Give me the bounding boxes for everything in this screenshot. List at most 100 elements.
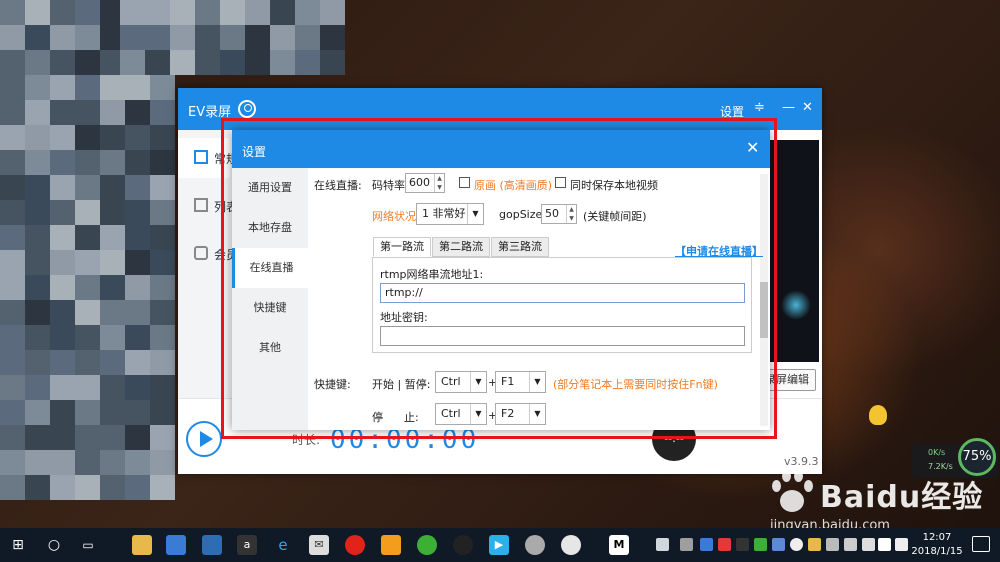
mosaic-tile	[100, 425, 125, 450]
mosaic-tile	[125, 450, 150, 475]
mosaic-tile	[150, 125, 175, 150]
tray-record-icon[interactable]	[790, 538, 803, 551]
m-app-icon[interactable]: M	[609, 535, 629, 555]
tab-stream-3[interactable]: 第三路流	[491, 237, 549, 257]
nav-live-stream[interactable]: 在线直播	[232, 248, 308, 288]
tray-qq-icon[interactable]	[736, 538, 749, 551]
gop-stepper[interactable]: 50 ▲ ▼	[541, 204, 577, 224]
file-explorer-icon[interactable]	[132, 535, 152, 555]
tab-stream-2[interactable]: 第二路流	[432, 237, 490, 257]
system-clock[interactable]: 12:07 2018/1/15	[910, 531, 964, 559]
notification-icon[interactable]	[972, 536, 990, 552]
mosaic-tile	[100, 225, 125, 250]
mosaic-tile	[320, 0, 345, 25]
store-icon[interactable]	[166, 535, 186, 555]
network-select[interactable]: 1 非常好 ▼	[416, 203, 484, 225]
nav-other[interactable]: 其他	[232, 328, 308, 368]
mosaic-tile	[25, 125, 50, 150]
tray-app-icon[interactable]	[718, 538, 731, 551]
ie-icon[interactable]: e	[273, 535, 293, 555]
save-local-checkbox[interactable]	[555, 177, 566, 188]
mosaic-tile	[25, 50, 50, 75]
mosaic-tile	[100, 150, 125, 175]
start-key-select[interactable]: F1 ▼	[495, 371, 546, 393]
menu-icon[interactable]: ≑	[754, 100, 765, 115]
mosaic-tile	[120, 0, 145, 25]
rtmp-label: rtmp网络串流地址1:	[380, 268, 484, 281]
tray-wechat-icon[interactable]	[754, 538, 767, 551]
mosaic-tile	[295, 50, 320, 75]
taobao-icon[interactable]	[381, 535, 401, 555]
mosaic-tile	[25, 375, 50, 400]
wifi-icon[interactable]	[878, 538, 891, 551]
ev-recorder-icon[interactable]	[561, 535, 581, 555]
dialog-title: 设置	[242, 145, 267, 159]
mosaic-tile	[75, 350, 100, 375]
mosaic-tile	[170, 0, 195, 25]
mosaic-tile	[100, 475, 125, 500]
ev-titlebar: EV录屏 设置 ≑ — ✕	[178, 88, 822, 130]
tray-cloud-icon[interactable]	[772, 538, 785, 551]
tab-stream-1[interactable]: 第一路流	[373, 237, 431, 257]
minimize-icon[interactable]: —	[782, 100, 795, 115]
dialog-scrollbar[interactable]	[760, 174, 768, 426]
mosaic-tile	[50, 350, 75, 375]
user-icon[interactable]	[238, 100, 256, 118]
tray-settings-icon[interactable]	[680, 538, 693, 551]
network-value: 1 非常好	[422, 207, 466, 220]
mosaic-tile	[25, 250, 50, 275]
mail-icon[interactable]: ✉	[309, 535, 329, 555]
start-record-button[interactable]	[186, 421, 222, 457]
tray-folder-icon[interactable]	[808, 538, 821, 551]
mosaic-tile	[125, 225, 150, 250]
hd-checkbox[interactable]	[459, 177, 470, 188]
stop-modifier-select[interactable]: Ctrl ▼	[435, 403, 487, 425]
mosaic-tile	[100, 100, 125, 125]
stepper-arrows-icon[interactable]: ▲ ▼	[566, 205, 576, 223]
stream-key-input[interactable]	[380, 326, 745, 346]
mosaic-tile	[50, 225, 75, 250]
mosaic-tile	[0, 50, 25, 75]
mosaic-tile	[0, 300, 25, 325]
video-player-icon[interactable]: ▶	[489, 535, 509, 555]
nav-local-storage[interactable]: 本地存盘	[232, 208, 308, 248]
tray-shield-icon[interactable]	[700, 538, 713, 551]
windows-start-icon[interactable]: ⊞	[8, 535, 28, 555]
bitrate-stepper[interactable]: 600 ▲ ▼	[405, 173, 445, 193]
dialog-close-icon[interactable]: ✕	[746, 140, 759, 156]
settings-nav: 通用设置 本地存盘 在线直播 快捷键 其他	[232, 168, 308, 430]
sidebar-item-list[interactable]: 列表	[178, 186, 238, 226]
app-icon[interactable]	[525, 535, 545, 555]
volume-icon[interactable]	[895, 538, 908, 551]
mosaic-tile	[220, 25, 245, 50]
bitrate-value: 600	[409, 176, 430, 189]
tray-person-icon[interactable]	[656, 538, 669, 551]
stepper-arrows-icon[interactable]: ▲ ▼	[434, 174, 444, 192]
mosaic-tile	[150, 225, 175, 250]
sidebar-item-member[interactable]: 会员	[178, 234, 238, 274]
mosaic-tile	[150, 200, 175, 225]
stop-key-select[interactable]: F2 ▼	[495, 403, 546, 425]
mosaic-tile	[0, 25, 25, 50]
bitrate-label: 码特率:	[372, 179, 409, 192]
mosaic-tile	[0, 150, 25, 175]
qq-icon[interactable]	[453, 535, 473, 555]
mosaic-tile	[75, 75, 100, 100]
start-modifier-select[interactable]: Ctrl ▼	[435, 371, 487, 393]
rtmp-url-input[interactable]: rtmp://	[380, 283, 745, 303]
amazon-icon[interactable]: a	[237, 535, 257, 555]
computer-icon[interactable]	[202, 535, 222, 555]
wechat-icon[interactable]	[417, 535, 437, 555]
nav-general-settings[interactable]: 通用设置	[232, 168, 308, 208]
tray-box-icon[interactable]	[862, 538, 875, 551]
task-view-icon[interactable]: ▭	[78, 535, 98, 555]
ev-settings-button[interactable]: 设置	[720, 103, 744, 120]
tray-disk-icon[interactable]	[826, 538, 839, 551]
search-icon[interactable]: ○	[44, 535, 64, 555]
nav-hotkeys[interactable]: 快捷键	[232, 288, 308, 328]
tray-keyboard-icon[interactable]	[844, 538, 857, 551]
sidebar-item-general[interactable]: 常规	[178, 138, 238, 178]
scrollbar-thumb[interactable]	[760, 282, 768, 338]
netease-music-icon[interactable]	[345, 535, 365, 555]
close-icon[interactable]: ✕	[802, 100, 813, 115]
